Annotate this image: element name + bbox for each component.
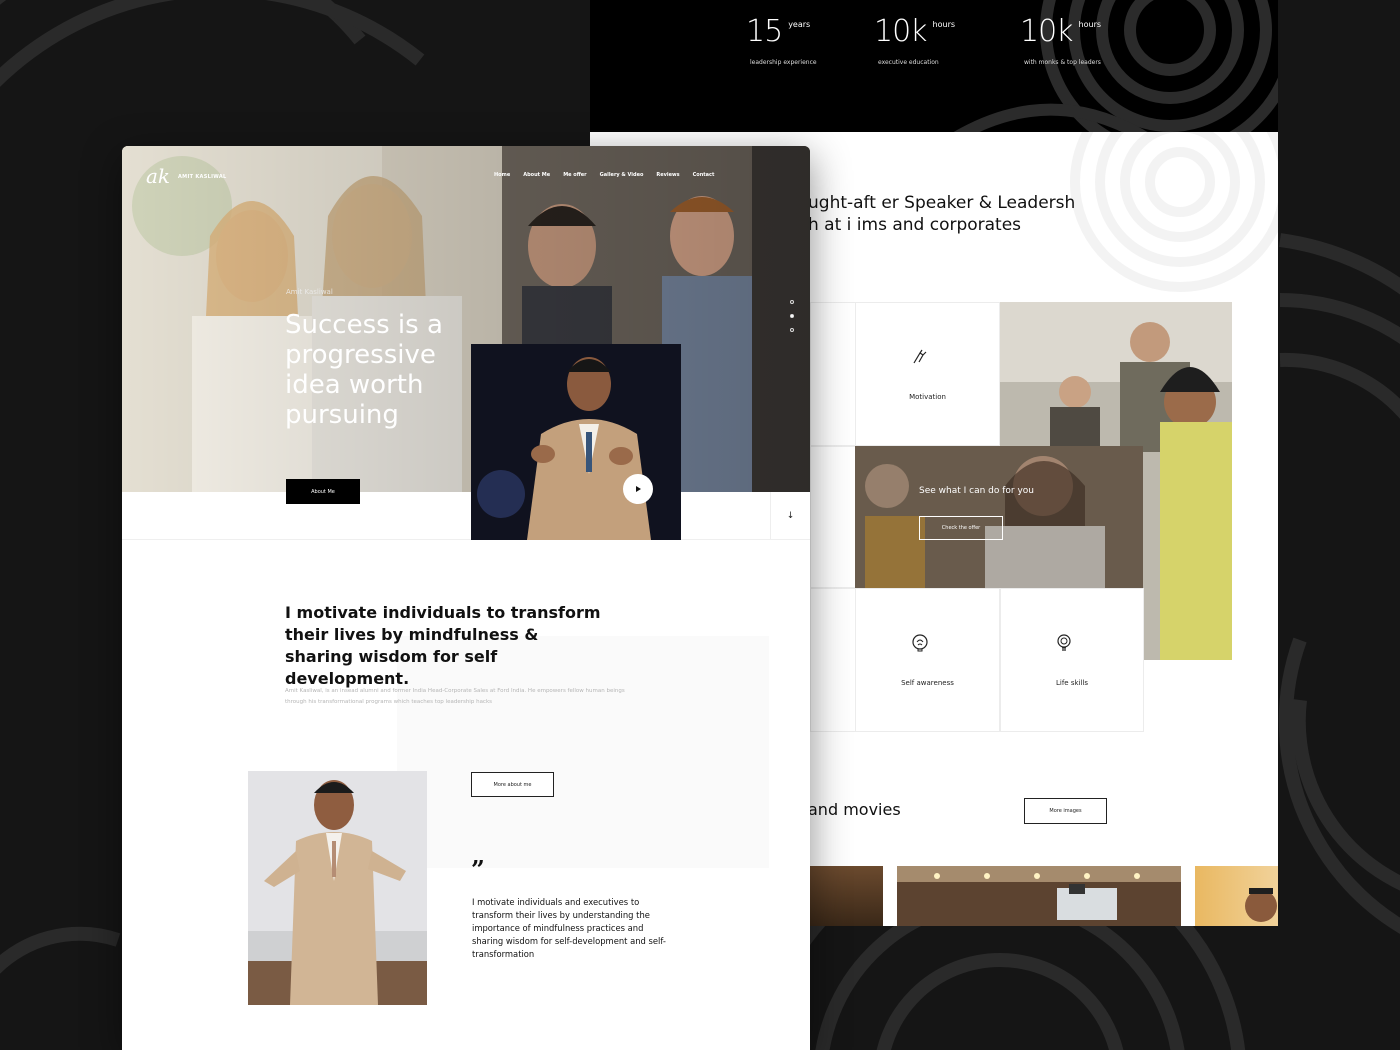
scroll-down-arrow-icon[interactable]: ↓ (770, 492, 810, 540)
stat-unit: hours (932, 20, 956, 29)
offer-title: See what I can do for you (919, 486, 1035, 496)
service-label: Motivation (909, 393, 946, 401)
main-nav: Home About Me Me offer Gallery & Video R… (494, 172, 714, 178)
back-heading-line: ught-aft er Speaker & Leadersh (808, 193, 1076, 213)
more-about-me-button[interactable]: More about me (471, 772, 554, 797)
nav-about-me[interactable]: About Me (523, 172, 550, 178)
play-icon (636, 486, 641, 492)
quote-icon: ” (471, 855, 485, 884)
service-tile-self-awareness[interactable]: Self awareness (855, 588, 1000, 732)
service-tile-empty (810, 302, 856, 446)
stat-unit: hours (1078, 20, 1102, 29)
stat-unit: years (788, 20, 811, 29)
nav-home[interactable]: Home (494, 172, 510, 178)
intro-body: Amit Kasliwal, is an insead alumni and f… (285, 688, 625, 705)
speaker-video-thumbnail (471, 344, 681, 540)
quote-text: I motivate individuals and executives to… (472, 897, 666, 959)
conference-room-photo (897, 866, 1181, 926)
speaker-standing-illustration (248, 771, 427, 1005)
logo-mark[interactable]: ak (146, 164, 170, 188)
stats-bar: 15 years leadership experience 10k hours e… (590, 0, 1278, 132)
stat-label: leadership experience (750, 59, 817, 66)
stat-value: 15 (746, 14, 783, 49)
nav-reviews[interactable]: Reviews (656, 172, 679, 178)
more-images-button[interactable]: More images (1024, 798, 1107, 824)
gallery-thumb[interactable] (897, 866, 1181, 926)
slider-dots (790, 300, 794, 342)
hand-icon (912, 349, 926, 364)
brain-icon (911, 634, 928, 652)
gallery-heading: and movies (808, 800, 901, 819)
stat-value: 10k (1020, 14, 1074, 49)
logo-text[interactable]: AMIT KASLIWAL (178, 174, 227, 180)
speaker-photo (248, 771, 427, 1005)
hero-section: ak AMIT KASLIWAL Home About Me Me offer … (122, 146, 810, 492)
offer-card: See what I can do for you Check the offe… (855, 446, 1143, 588)
lightbulb-icon (1057, 634, 1071, 651)
speaker-thumb-photo (1245, 888, 1277, 922)
nav-gallery-video[interactable]: Gallery & Video (600, 172, 644, 178)
video-card[interactable] (471, 344, 681, 540)
back-heading-line: h at i ims and corporates (808, 215, 1022, 235)
slider-dot[interactable] (790, 300, 794, 304)
service-label: Self awareness (901, 679, 954, 687)
play-button[interactable] (623, 474, 653, 504)
about-me-button[interactable]: About Me (286, 479, 360, 504)
stat-executive-hours: 10k hours executive education (874, 14, 955, 66)
stat-label: with monks & top leaders (1024, 59, 1101, 66)
hero-eyebrow: Amit Kasliwal (286, 288, 333, 296)
gallery-thumb[interactable] (810, 866, 883, 926)
slider-dot-active[interactable] (790, 314, 794, 318)
nav-contact[interactable]: Contact (693, 172, 715, 178)
stat-label: executive education (878, 59, 939, 66)
service-tile-motivation[interactable]: Motivation (855, 302, 1000, 446)
section-divider (122, 539, 810, 540)
gallery-thumb[interactable] (1195, 866, 1278, 926)
front-page-preview: ak AMIT KASLIWAL Home About Me Me offer … (122, 146, 810, 1050)
service-tile-life-skills[interactable]: Life skills (1000, 588, 1144, 732)
nav-me-offer[interactable]: Me offer (563, 172, 586, 178)
stat-years: 15 years leadership experience (746, 14, 817, 66)
service-tile-empty (810, 588, 856, 732)
hero-title: Success is a progressive idea worth purs… (285, 310, 443, 430)
slider-dot[interactable] (790, 328, 794, 332)
service-tile-empty (810, 446, 856, 588)
back-section-heading: ught-aft er Speaker & Leadersh h at i im… (808, 192, 1228, 236)
check-offer-button[interactable]: Check the offer (919, 516, 1003, 540)
service-label: Life skills (1055, 679, 1089, 687)
stat-value: 10k (874, 14, 928, 49)
stat-monk-hours: 10k hours with monks & top leaders (1020, 14, 1101, 66)
intro-heading: I motivate individuals to transform thei… (285, 603, 601, 688)
